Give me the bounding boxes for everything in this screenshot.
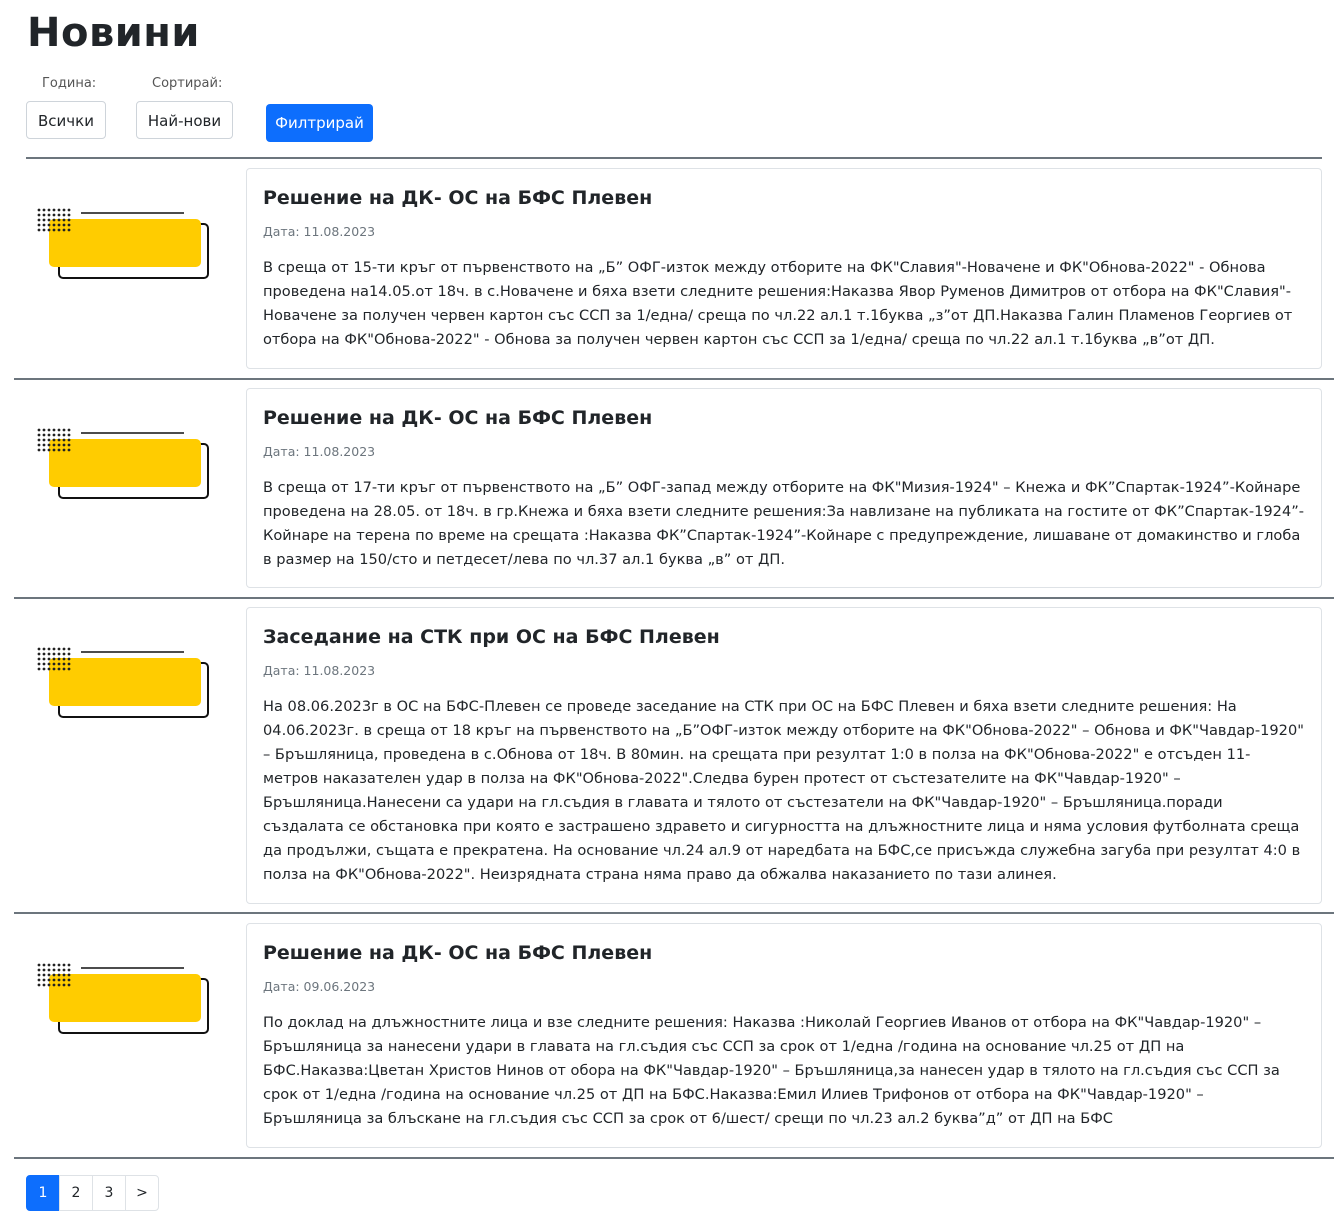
divider [14, 912, 1334, 914]
page-title: Новини [27, 10, 200, 56]
news-date: Дата: 11.08.2023 [263, 224, 376, 239]
pagination: 1 2 3 > [26, 1175, 159, 1211]
news-text: В среща от 15-ти кръг от първенството на… [263, 259, 1293, 348]
news-text: На 08.06.2023г в ОС на БФС-Плевен се про… [263, 698, 1304, 883]
news-title[interactable]: Решение на ДК- ОС на БФС Плевен [263, 405, 1305, 431]
news-date: Дата: 09.06.2023 [263, 979, 376, 994]
news-title[interactable]: Заседание на СТК при ОС на БФС Плевен [263, 624, 1305, 650]
divider [14, 378, 1334, 380]
news-date: Дата: 11.08.2023 [263, 663, 376, 678]
divider [14, 1157, 1334, 1159]
news-card[interactable]: Решение на ДК- ОС на БФС Плевен Дата: 11… [246, 168, 1322, 369]
news-thumbnail-icon[interactable] [37, 428, 212, 518]
filter-button[interactable]: Филтрирай [266, 104, 373, 142]
page-link-1[interactable]: 1 [26, 1175, 60, 1211]
year-select[interactable]: Всички [26, 101, 106, 139]
page-link-3[interactable]: 3 [92, 1175, 126, 1211]
news-thumbnail-icon[interactable] [37, 208, 212, 298]
news-text: В среща от 17-ти кръг от първенството на… [263, 479, 1305, 568]
news-text: По доклад на длъжностните лица и взе сле… [263, 1014, 1280, 1127]
divider [26, 157, 1322, 159]
news-card[interactable]: Решение на ДК- ОС на БФС Плевен Дата: 11… [246, 388, 1322, 588]
divider [14, 597, 1334, 599]
news-title[interactable]: Решение на ДК- ОС на БФС Плевен [263, 185, 1305, 211]
news-card[interactable]: Заседание на СТК при ОС на БФС Плевен Да… [246, 607, 1322, 904]
next-page-link[interactable]: > [125, 1175, 159, 1211]
news-title[interactable]: Решение на ДК- ОС на БФС Плевен [263, 940, 1305, 966]
news-card[interactable]: Решение на ДК- ОС на БФС Плевен Дата: 09… [246, 923, 1322, 1148]
news-date: Дата: 11.08.2023 [263, 444, 376, 459]
page-link-2[interactable]: 2 [59, 1175, 93, 1211]
year-filter-label: Година: [42, 76, 97, 91]
sort-filter-label: Сортирай: [152, 76, 223, 91]
news-thumbnail-icon[interactable] [37, 647, 212, 737]
news-thumbnail-icon[interactable] [37, 963, 212, 1053]
sort-select[interactable]: Най-нови [136, 101, 233, 139]
